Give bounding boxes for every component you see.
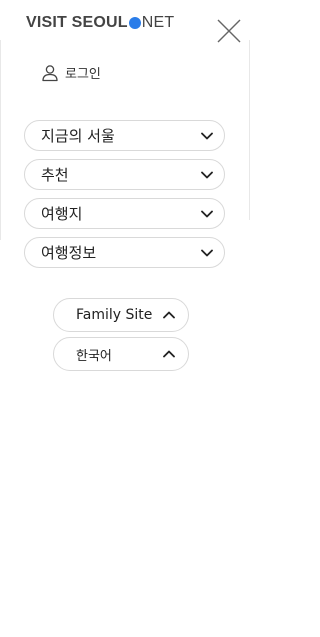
- chevron-up-icon: [163, 311, 175, 319]
- right-border-line: [249, 40, 250, 220]
- menu-item-recommend[interactable]: 추천: [24, 159, 225, 190]
- menu-item-label: 여행정보: [41, 244, 97, 262]
- chevron-down-icon: [201, 171, 213, 178]
- login-label: 로그인: [65, 67, 101, 82]
- menu-item-label: 지금의 서울: [41, 127, 115, 145]
- language-select-button[interactable]: 한국어: [53, 337, 189, 371]
- close-icon: [217, 19, 241, 43]
- login-link[interactable]: 로그인: [41, 63, 101, 82]
- visit-seoul-logo[interactable]: VISIT SEOUL NET: [26, 14, 174, 32]
- chevron-up-icon: [163, 350, 175, 358]
- mobile-menu-panel: VISIT SEOUL NET 로그인 지금의 서울 추천 여행지 여행정보 F…: [0, 0, 250, 637]
- family-site-label: Family Site: [76, 307, 153, 323]
- chevron-down-icon: [201, 210, 213, 217]
- chevron-down-icon: [201, 132, 213, 139]
- menu-item-destinations[interactable]: 여행지: [24, 198, 225, 229]
- menu-item-label: 여행지: [41, 205, 83, 223]
- logo-dot: [128, 17, 141, 29]
- menu-item-label: 추천: [41, 166, 69, 184]
- logo-text-net: NET: [141, 14, 175, 31]
- close-button[interactable]: [215, 17, 243, 45]
- menu-item-seoul-now[interactable]: 지금의 서울: [24, 120, 225, 151]
- user-icon: [42, 64, 58, 81]
- logo-text-visit-seoul: VISIT SEOUL: [26, 14, 128, 31]
- family-site-button[interactable]: Family Site: [53, 298, 189, 332]
- menu-item-travel-info[interactable]: 여행정보: [24, 237, 225, 268]
- chevron-down-icon: [201, 249, 213, 256]
- left-border-line: [0, 40, 1, 240]
- language-label: 한국어: [76, 348, 112, 364]
